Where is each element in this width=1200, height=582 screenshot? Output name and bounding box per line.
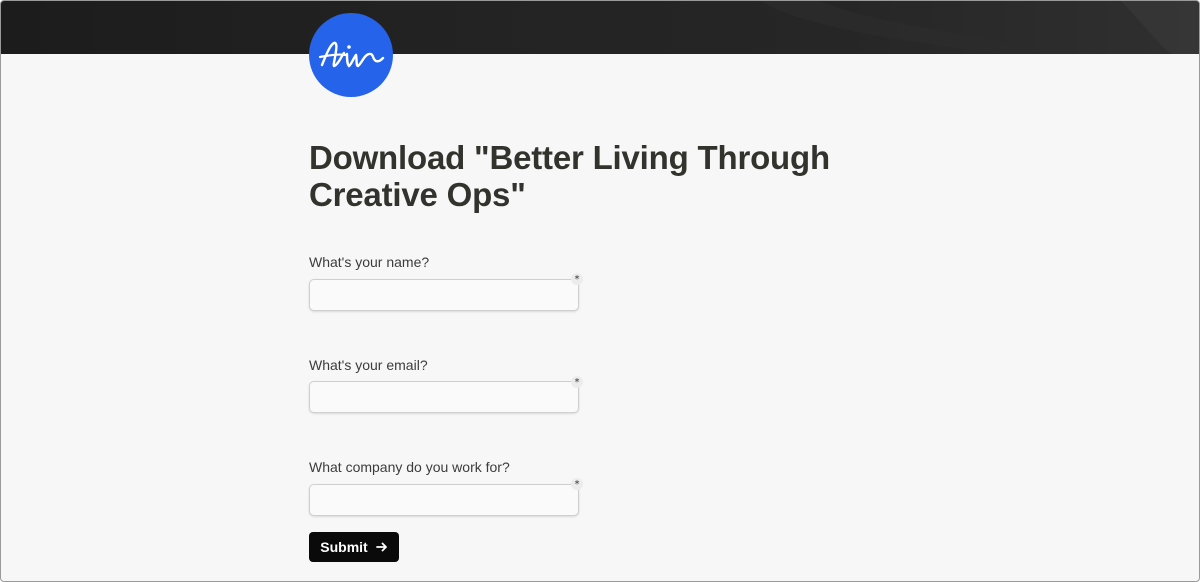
submit-button[interactable]: Submit (309, 532, 399, 562)
submit-button-label: Submit (320, 539, 368, 555)
required-indicator: * (571, 273, 583, 285)
cover-banner (1, 1, 1199, 54)
required-indicator: * (571, 376, 583, 388)
air-script-logo-icon (318, 41, 385, 68)
arrow-right-icon (375, 542, 387, 552)
air-logo (309, 13, 393, 97)
form-page: Download "Better Living Through Creative… (0, 0, 1200, 582)
form-title: Download "Better Living Through Creative… (309, 139, 830, 213)
name-field-label: What's your name? (309, 254, 430, 270)
email-field-label: What's your email? (309, 357, 428, 373)
company-field-label: What company do you work for? (309, 459, 510, 475)
company-input[interactable] (309, 484, 579, 516)
name-input[interactable] (309, 279, 579, 311)
email-input[interactable] (309, 381, 579, 413)
required-indicator: * (571, 478, 583, 490)
